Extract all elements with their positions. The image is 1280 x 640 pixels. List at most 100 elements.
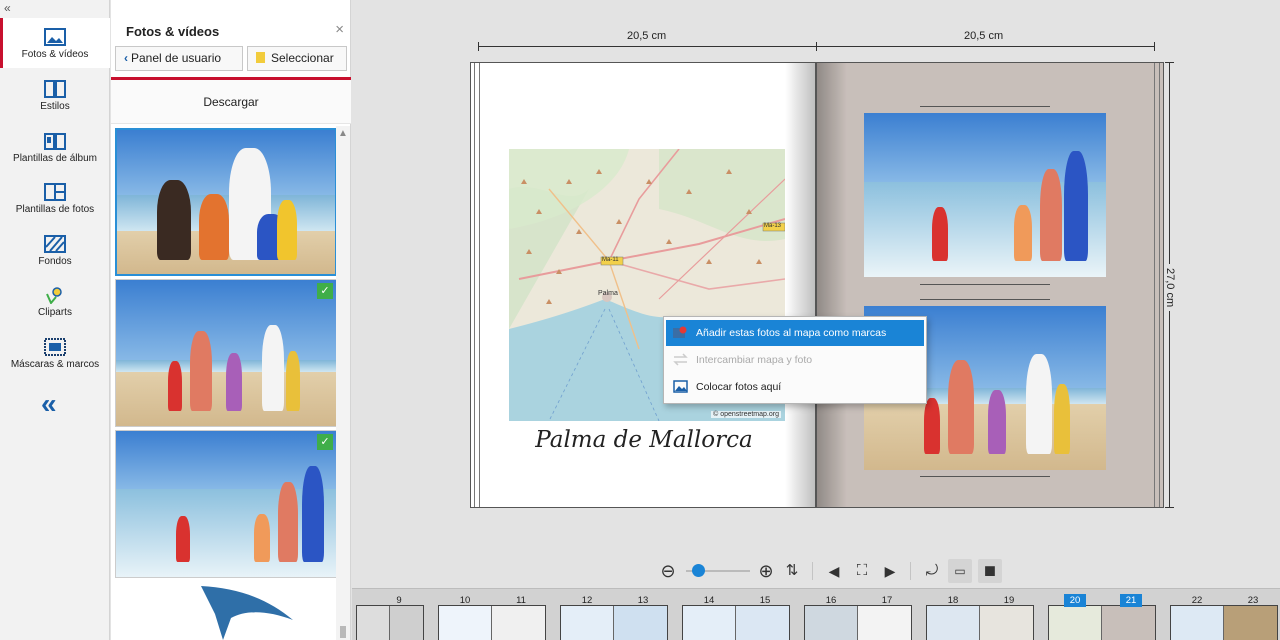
page-number: 11 [516, 595, 526, 606]
zoom-out-icon[interactable]: ⊖ [656, 559, 680, 583]
spread-thumbnail[interactable] [438, 605, 546, 640]
menu-item-label: Colocar fotos aquí [696, 381, 782, 393]
sidebar-item-label: Plantillas de fotos [15, 204, 95, 215]
sidebar-item-backgrounds[interactable]: Fondos [0, 225, 110, 275]
mask-frame-icon [44, 338, 66, 356]
sidebar-item-cliparts[interactable]: Cliparts [0, 276, 110, 326]
panel-scrollbar[interactable]: ▲ [336, 126, 350, 640]
menu-item-label: Intercambiar mapa y foto [696, 354, 813, 366]
brush-clipart-icon [201, 586, 293, 640]
page-number: 13 [637, 595, 649, 606]
spread-thumbnail[interactable] [682, 605, 790, 640]
clipart-icon [46, 287, 62, 304]
close-icon[interactable]: × [335, 21, 344, 38]
page-number-active: 21 [1120, 594, 1142, 607]
context-menu: Añadir estas fotos al mapa como marcas I… [663, 316, 927, 404]
photos-panel: Fotos & vídeos × ‹ Panel de usuario Selec… [111, 0, 351, 640]
next-page-icon[interactable]: ▶ [878, 559, 902, 583]
map-pin-icon [673, 326, 687, 338]
page-number: 16 [825, 595, 837, 606]
page-photo[interactable] [864, 113, 1106, 277]
page-number: 17 [881, 595, 893, 606]
sidebar-item-label: Fotos & vídeos [21, 49, 89, 60]
swap-icon [673, 353, 688, 366]
user-panel-label: Panel de usuario [131, 51, 222, 65]
check-icon: ✓ [317, 434, 333, 450]
scrollbar-thumb[interactable] [340, 626, 346, 638]
menu-item-place-photos-here[interactable]: Colocar fotos aquí [666, 374, 924, 400]
zoom-slider-handle[interactable] [692, 564, 706, 577]
page-filmstrip: 9 10 11 12 13 14 15 16 17 18 19 20 21 22… [352, 588, 1280, 640]
select-button[interactable]: Seleccionar [247, 46, 347, 71]
user-panel-button[interactable]: ‹ Panel de usuario [115, 46, 243, 71]
photo-template-icon [44, 183, 66, 201]
menu-item-label: Añadir estas fotos al mapa como marcas [696, 327, 887, 339]
sidebar-item-photo-templates[interactable]: Plantillas de fotos [0, 173, 110, 223]
left-page[interactable]: Palma Ma-11 Ma-13 © openstreetmap.org Pa… [470, 62, 816, 508]
photo-thumbnail[interactable]: ✓ [115, 430, 337, 578]
right-page[interactable] [816, 62, 1164, 508]
page-number: 14 [703, 595, 715, 606]
spread-thumbnail[interactable] [926, 605, 1034, 640]
download-button[interactable]: Descargar [111, 80, 351, 124]
select-label: Seleccionar [271, 51, 334, 65]
photo-icon [673, 380, 688, 393]
background-icon [44, 235, 66, 253]
map-label-city: Palma [598, 290, 618, 297]
page-number: 12 [581, 595, 593, 606]
sidebar-item-label: Estilos [40, 101, 70, 112]
map-label-road: Ma-13 [764, 223, 782, 229]
scroll-up-icon[interactable]: ▲ [338, 128, 348, 139]
sidebar-item-label: Fondos [38, 256, 72, 267]
page-height: 27,0 cm [1164, 264, 1176, 312]
tool-rail: « Fotos & vídeos Estilos Plantillas de á… [0, 0, 110, 640]
shadow-icon[interactable]: ◼ [978, 559, 1002, 583]
sidebar-item-photos-videos[interactable]: Fotos & vídeos [0, 18, 110, 68]
photo-icon [44, 28, 66, 46]
page-number: 23 [1247, 595, 1259, 606]
photo-thumbnail[interactable] [115, 128, 337, 276]
book-canvas: 20,5 cm 20,5 cm 27,0 cm Palma Ma-11 Ma-1… [352, 0, 1280, 588]
right-page-width: 20,5 cm [964, 30, 1004, 42]
page-number: 9 [396, 595, 402, 606]
sidebar-item-label: Plantillas de álbum [13, 153, 97, 164]
fullscreen-icon[interactable]: ⛶ [850, 559, 874, 583]
page-number: 18 [947, 595, 959, 606]
album-template-icon [44, 133, 66, 150]
page-caption[interactable]: Palma de Mallorca [471, 427, 817, 453]
collapse-sidebar-button[interactable]: « [41, 388, 56, 420]
previous-page-icon[interactable]: ◀ [822, 559, 846, 583]
spread-thumbnail[interactable] [804, 605, 912, 640]
collapse-panel-button[interactable]: « [4, 1, 11, 15]
spread-thumbnail-current[interactable] [1048, 605, 1156, 640]
spread-thumbnail[interactable] [356, 605, 424, 640]
page-number: 15 [759, 595, 771, 606]
sidebar-item-album-templates[interactable]: Plantillas de álbum [0, 122, 110, 172]
page-number-active: 20 [1064, 594, 1086, 607]
map-label-road: Ma-11 [602, 257, 619, 263]
rotate-icon[interactable]: ⤾ [920, 559, 944, 583]
page-number: 10 [459, 595, 471, 606]
page-number: 22 [1191, 595, 1203, 606]
ruler-icon[interactable]: ▭ [948, 559, 972, 583]
view-toolbar: ⊖ ⊕ ⇅ ◀ ⛶ ▶ ⤾ ▭ ◼ [652, 556, 1012, 586]
sidebar-item-styles[interactable]: Estilos [0, 70, 110, 120]
move-icon[interactable]: ⇅ [780, 559, 804, 583]
zoom-in-icon[interactable]: ⊕ [754, 559, 778, 583]
left-page-width: 20,5 cm [627, 30, 667, 42]
photo-thumbnail[interactable]: ✓ [115, 279, 337, 427]
folder-icon [256, 52, 265, 63]
sidebar-item-masks-frames[interactable]: Máscaras & marcos [0, 328, 110, 378]
spread-thumbnail[interactable] [1170, 605, 1278, 640]
menu-item-add-photos-to-map[interactable]: Añadir estas fotos al mapa como marcas [666, 320, 924, 346]
menu-item-swap-map-photo: Intercambiar mapa y foto [666, 347, 924, 373]
page-number: 19 [1003, 595, 1015, 606]
panel-title: Fotos & vídeos [126, 24, 220, 39]
spread-thumbnail[interactable] [560, 605, 668, 640]
map-credit: © openstreetmap.org [711, 411, 781, 418]
chevron-left-icon: ‹ [124, 51, 128, 65]
sidebar-item-label: Máscaras & marcos [10, 359, 100, 370]
sidebar-item-label: Cliparts [38, 307, 72, 318]
check-icon: ✓ [317, 283, 333, 299]
styles-icon [44, 80, 66, 98]
